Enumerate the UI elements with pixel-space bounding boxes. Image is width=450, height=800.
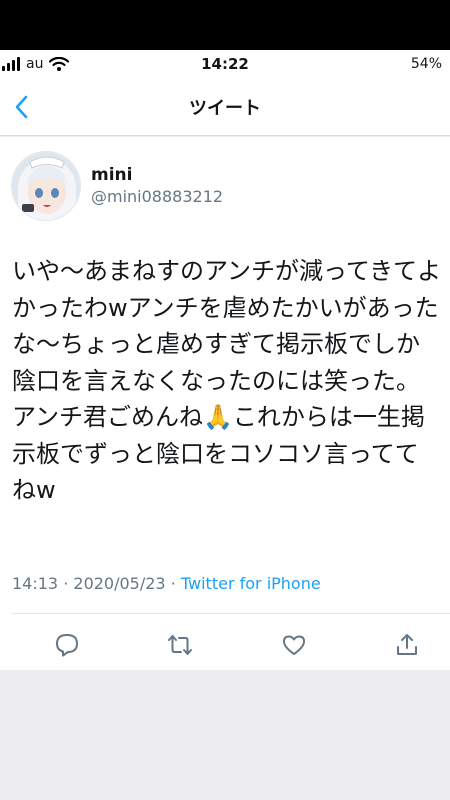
retweet-button[interactable] bbox=[162, 627, 198, 663]
status-left: au bbox=[2, 56, 70, 72]
avatar[interactable] bbox=[11, 151, 81, 221]
battery-label: 54% bbox=[410, 56, 442, 72]
heart-icon bbox=[283, 635, 305, 655]
tweet-author[interactable]: mini @mini08883212 bbox=[11, 151, 223, 221]
tweet-text: いや〜あまねすのアンチが減ってきてよかったわwアンチを虐めたかいがあったな〜ちょ… bbox=[12, 257, 442, 504]
wifi-icon bbox=[49, 57, 70, 71]
tweet-detail: mini @mini08883212 いや〜あまねすのアンチが減ってきてよかった… bbox=[0, 137, 450, 670]
display-name[interactable]: mini bbox=[91, 164, 223, 186]
carrier-label: au bbox=[26, 56, 44, 72]
chevron-left-icon bbox=[15, 95, 28, 119]
divider bbox=[12, 613, 450, 614]
author-names: mini @mini08883212 bbox=[91, 164, 223, 208]
meta-separator: · bbox=[63, 574, 69, 593]
signal-icon bbox=[2, 57, 20, 71]
meta-separator-2: · bbox=[170, 574, 176, 593]
tweet-actions bbox=[0, 627, 450, 663]
status-bar: au 14:22 54% bbox=[0, 50, 450, 78]
back-button[interactable] bbox=[4, 90, 38, 124]
reply-icon bbox=[56, 634, 78, 657]
page-title: ツイート bbox=[189, 97, 261, 119]
retweet-icon bbox=[168, 635, 192, 655]
share-button[interactable] bbox=[389, 627, 425, 663]
share-icon bbox=[397, 634, 417, 655]
tweet-date: 2020/05/23 bbox=[73, 574, 166, 593]
tweet-source-link[interactable]: Twitter for iPhone bbox=[181, 574, 321, 593]
tweet-time: 14:13 bbox=[12, 574, 59, 593]
user-handle[interactable]: @mini08883212 bbox=[91, 186, 223, 208]
like-button[interactable] bbox=[276, 627, 312, 663]
reply-button[interactable] bbox=[49, 627, 85, 663]
nav-bar: ツイート bbox=[0, 78, 450, 136]
top-black-bar bbox=[0, 0, 450, 50]
tweet-meta: 14:13 · 2020/05/23 · Twitter for iPhone bbox=[12, 574, 321, 593]
